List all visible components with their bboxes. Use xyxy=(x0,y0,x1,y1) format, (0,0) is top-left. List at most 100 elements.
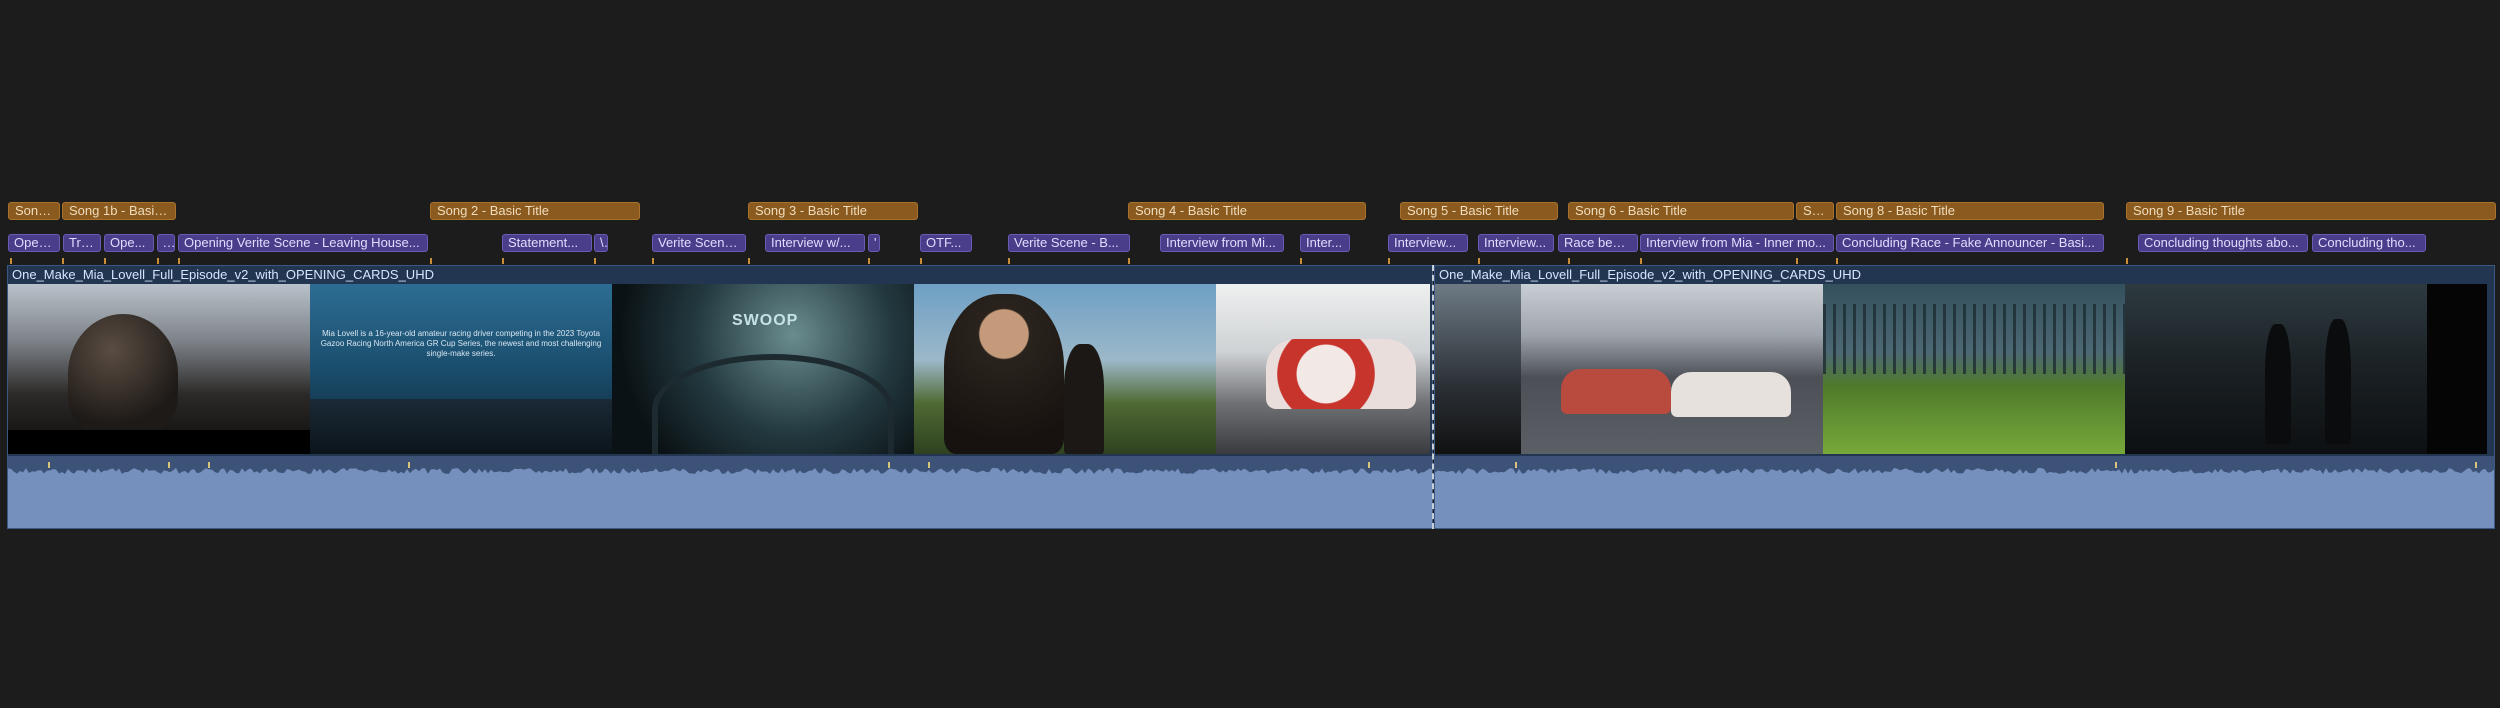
caption-clip[interactable]: Interview w/... xyxy=(765,234,865,252)
caption-clip[interactable]: Interview... xyxy=(1478,234,1554,252)
caption-clip[interactable]: OTF... xyxy=(920,234,972,252)
caption-clip[interactable]: Interview... xyxy=(1388,234,1468,252)
title-clip[interactable]: Song 2 - Basic Title xyxy=(430,202,640,220)
audio-peak-marker xyxy=(48,462,50,468)
connection-marker xyxy=(1300,258,1302,264)
audio-peak-marker xyxy=(2475,462,2477,468)
caption-clip[interactable]: Interview from Mi... xyxy=(1160,234,1284,252)
caption-clip[interactable]: Inter... xyxy=(1300,234,1350,252)
audio-peak-marker xyxy=(928,462,930,468)
thumbnail-frame xyxy=(8,284,310,454)
audio-peak-marker xyxy=(888,462,890,468)
connection-marker xyxy=(1568,258,1570,264)
audio-peak-marker xyxy=(2115,462,2117,468)
connection-marker xyxy=(1478,258,1480,264)
thumbnail-frame: Mia Lovell is a 16-year-old amateur raci… xyxy=(310,284,612,454)
caption-clip[interactable]: Verite Scene... xyxy=(652,234,746,252)
connection-marker xyxy=(1388,258,1390,264)
waveform-graphic xyxy=(8,462,1432,528)
caption-clip[interactable]: \ xyxy=(594,234,608,252)
letterbox-bar xyxy=(8,430,310,454)
thumbnail-frame xyxy=(1521,284,1823,454)
connection-marker xyxy=(178,258,180,264)
caption-clip[interactable]: ... xyxy=(157,234,175,252)
connection-marker xyxy=(1640,258,1642,264)
caption-clip[interactable]: Concluding Race - Fake Announcer - Basi.… xyxy=(1836,234,2104,252)
title-clip[interactable]: Song 9 - Basic Title xyxy=(2126,202,2496,220)
caption-clip[interactable]: Verite Scene - B... xyxy=(1008,234,1130,252)
connection-marker xyxy=(868,258,870,264)
waveform-path xyxy=(8,468,1432,528)
caption-clip[interactable]: Race begi... xyxy=(1558,234,1638,252)
race-car xyxy=(1266,339,1416,409)
audio-waveform[interactable] xyxy=(8,456,1432,528)
audio-peak-marker xyxy=(1515,462,1517,468)
video-clip[interactable]: One_Make_Mia_Lovell_Full_Episode_v2_with… xyxy=(7,265,1433,529)
thumbnail-frame xyxy=(2427,284,2487,454)
race-car xyxy=(1671,372,1791,417)
car-livery-text: SWOOP xyxy=(732,312,799,329)
connection-marker xyxy=(594,258,596,264)
connection-marker xyxy=(104,258,106,264)
connection-marker xyxy=(1128,258,1130,264)
connection-marker xyxy=(2126,258,2128,264)
person-silhouette xyxy=(1064,344,1104,454)
connection-marker xyxy=(1836,258,1838,264)
caption-lane: Openi... Tra... Ope... ... Opening Verit… xyxy=(0,234,2500,254)
waveform-graphic xyxy=(1435,462,2494,528)
connection-marker xyxy=(10,258,12,264)
audio-peak-marker xyxy=(1368,462,1370,468)
thumbnail-frame xyxy=(2125,284,2427,454)
steering-wheel xyxy=(652,354,894,454)
thumbnail-frame: SWOOP xyxy=(612,284,914,454)
playhead[interactable] xyxy=(1432,265,1434,529)
thumbnail-frame xyxy=(1823,284,2125,454)
caption-clip[interactable]: Opening Verite Scene - Leaving House... xyxy=(178,234,428,252)
catch-fence xyxy=(1823,304,2125,374)
race-car xyxy=(1561,369,1671,414)
title-clip[interactable]: So... xyxy=(1796,202,1834,220)
filmstrip xyxy=(1435,284,2494,454)
thumbnail-frame xyxy=(1216,284,1430,454)
caption-clip[interactable]: Concluding tho... xyxy=(2312,234,2426,252)
clip-name: One_Make_Mia_Lovell_Full_Episode_v2_with… xyxy=(12,267,434,282)
title-clip[interactable]: Song... xyxy=(8,202,60,220)
title-lane: Song... Song 1b - Basic... Song 2 - Basi… xyxy=(0,202,2500,222)
audio-peak-marker xyxy=(208,462,210,468)
person-silhouette xyxy=(2265,324,2291,444)
person-silhouette xyxy=(2325,319,2351,444)
title-card-text: Mia Lovell is a 16-year-old amateur raci… xyxy=(320,329,602,358)
thumbnail-frame xyxy=(914,284,1216,454)
person-silhouette xyxy=(68,314,178,434)
connection-marker xyxy=(502,258,504,264)
audio-peak-marker xyxy=(408,462,410,468)
video-clip[interactable]: One_Make_Mia_Lovell_Full_Episode_v2_with… xyxy=(1434,265,2495,529)
audio-waveform[interactable] xyxy=(1435,456,2494,528)
connection-marker xyxy=(1796,258,1798,264)
track-scenery xyxy=(310,399,612,454)
person-silhouette xyxy=(944,294,1064,454)
caption-clip[interactable]: Openi... xyxy=(8,234,60,252)
caption-clip[interactable]: ' xyxy=(868,234,880,252)
waveform-path xyxy=(1435,468,2494,528)
caption-clip[interactable]: Ope... xyxy=(104,234,154,252)
thumbnail-frame xyxy=(1435,284,1521,454)
connection-marker xyxy=(430,258,432,264)
title-clip[interactable]: Song 6 - Basic Title xyxy=(1568,202,1794,220)
caption-clip[interactable]: Concluding thoughts abo... xyxy=(2138,234,2308,252)
audio-peak-marker xyxy=(168,462,170,468)
title-clip[interactable]: Song 4 - Basic Title xyxy=(1128,202,1366,220)
title-clip[interactable]: Song 5 - Basic Title xyxy=(1400,202,1558,220)
title-clip[interactable]: Song 1b - Basic... xyxy=(62,202,176,220)
title-clip[interactable]: Song 8 - Basic Title xyxy=(1836,202,2104,220)
clip-name: One_Make_Mia_Lovell_Full_Episode_v2_with… xyxy=(1439,267,1861,282)
connection-marker xyxy=(920,258,922,264)
title-clip[interactable]: Song 3 - Basic Title xyxy=(748,202,918,220)
connection-marker xyxy=(748,258,750,264)
caption-clip[interactable]: Tra... xyxy=(63,234,101,252)
connection-marker xyxy=(652,258,654,264)
connection-marker xyxy=(62,258,64,264)
caption-clip[interactable]: Interview from Mia - Inner mo... xyxy=(1640,234,1834,252)
caption-clip[interactable]: Statement... xyxy=(502,234,592,252)
filmstrip: Mia Lovell is a 16-year-old amateur raci… xyxy=(8,284,1432,454)
